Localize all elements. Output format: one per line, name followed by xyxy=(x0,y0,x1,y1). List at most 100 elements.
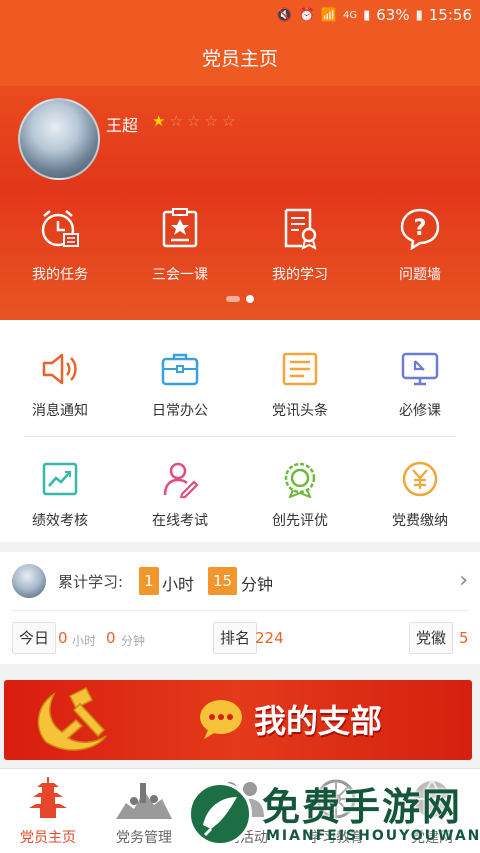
party-emblem-icon xyxy=(37,686,107,751)
grid-item-party-fee[interactable]: 党费缴纳 xyxy=(360,460,480,530)
quick-item-learning[interactable]: 我的学习 xyxy=(250,206,350,284)
username: 王超 xyxy=(106,116,139,135)
tab-label: 党建网 xyxy=(411,830,453,846)
rank-chip: 排名 xyxy=(213,622,258,654)
battery-icon: ▮ xyxy=(415,7,423,23)
function-grid: 消息通知 日常办公 党讯头条 必修课 绩效考核 在线考试 创先评优 党费缴纳 xyxy=(0,320,480,542)
tab-activities[interactable]: 党内活动 xyxy=(192,775,288,847)
quick-item-label: 我的学习 xyxy=(272,267,328,283)
alarm-clock-icon xyxy=(41,210,79,247)
quick-item-questions[interactable]: ? 问题墙 xyxy=(370,206,470,284)
quick-item-meetings[interactable]: 三会一课 xyxy=(130,206,230,284)
today-minutes-unit: 分钟 xyxy=(121,634,146,648)
chart-icon xyxy=(42,462,78,496)
tab-party-website[interactable]: 党建网 xyxy=(384,775,480,847)
cumulative-study-label: 累计学习: xyxy=(58,573,124,591)
badge-value: 5 xyxy=(459,629,469,647)
tab-label: 党员主页 xyxy=(20,830,76,846)
pagoda-icon xyxy=(29,777,67,818)
my-branch-banner[interactable]: 我的支部 xyxy=(4,680,472,760)
grid-item-label: 消息通知 xyxy=(32,403,88,419)
star-icon: ☆ xyxy=(204,112,218,130)
news-icon xyxy=(282,352,318,386)
briefcase-icon xyxy=(161,353,199,386)
battery-level: 63% xyxy=(376,6,410,24)
chat-bubble-icon xyxy=(200,700,242,739)
avatar[interactable] xyxy=(18,98,100,180)
signal-icon: ▮ xyxy=(363,7,371,23)
tab-education[interactable]: 学习教育 xyxy=(288,775,384,847)
grid-item-label: 党费缴纳 xyxy=(392,513,448,529)
group-icon xyxy=(216,782,264,817)
chevron-right-icon[interactable]: › xyxy=(459,568,468,593)
today-minutes-value: 0 xyxy=(106,629,116,647)
page-indicator xyxy=(0,295,480,303)
quick-item-tasks[interactable]: 我的任务 xyxy=(10,206,110,284)
badge-star-icon xyxy=(162,208,198,248)
svg-text:?: ? xyxy=(414,216,427,241)
star-icon: ☆ xyxy=(169,112,183,130)
tab-label: 学习教育 xyxy=(308,830,364,846)
bottom-tab-bar: 党员主页 党务管理 党内活动 学习教育 党建网 xyxy=(0,768,480,853)
quick-item-label: 三会一课 xyxy=(152,267,208,283)
page-title: 党员主页 xyxy=(0,32,480,86)
divider xyxy=(24,436,456,437)
badge-chip: 党徽 xyxy=(409,622,454,654)
wifi-icon: 📶 xyxy=(320,7,337,23)
yuan-coin-icon xyxy=(402,461,438,497)
divider xyxy=(12,610,468,611)
study-summary[interactable]: 累计学习: 1 小时 15 分钟 › 今日 0 小时 0 分钟 排名 224 党… xyxy=(0,552,480,664)
today-chip: 今日 xyxy=(12,622,57,654)
tab-label: 党内活动 xyxy=(212,830,268,846)
grid-item-office[interactable]: 日常办公 xyxy=(120,350,240,420)
avatar xyxy=(12,564,46,598)
status-bar: 🔇 ⏰ 📶 4G ▮ 63% ▮ 15:56 xyxy=(0,0,480,32)
quick-item-label: 我的任务 xyxy=(32,267,88,283)
grid-item-online-exam[interactable]: 在线考试 xyxy=(120,460,240,530)
speaker-icon xyxy=(42,353,77,385)
alarm-icon: ⏰ xyxy=(298,7,315,23)
mute-icon: 🔇 xyxy=(276,7,293,23)
globe-icon xyxy=(414,780,450,818)
grid-item-label: 创先评优 xyxy=(272,513,328,529)
star-icon: ★ xyxy=(152,112,166,130)
grid-item-required-course[interactable]: 必修课 xyxy=(360,350,480,420)
today-hours-value: 0 xyxy=(58,629,68,647)
grid-item-label: 日常办公 xyxy=(152,403,208,419)
monument-icon xyxy=(116,783,172,819)
grid-item-label: 绩效考核 xyxy=(32,513,88,529)
star-icon: ☆ xyxy=(221,112,236,130)
study-minutes-unit: 分钟 xyxy=(241,575,274,594)
grid-item-excellence[interactable]: 创先评优 xyxy=(240,460,360,530)
page-dot[interactable] xyxy=(226,296,240,302)
document-award-icon xyxy=(284,208,317,250)
banner-title: 我的支部 xyxy=(254,702,383,740)
grid-item-notifications[interactable]: 消息通知 xyxy=(0,350,120,420)
tab-home[interactable]: 党员主页 xyxy=(0,775,96,847)
wheel-icon xyxy=(316,779,356,819)
clock: 15:56 xyxy=(428,6,472,24)
profile-section: 王超 ★ ☆ ☆ ☆ ☆ xyxy=(0,86,480,192)
network-type: 4G xyxy=(342,9,358,21)
tab-party-affairs[interactable]: 党务管理 xyxy=(96,775,192,847)
study-minutes-value: 15 xyxy=(208,567,238,595)
monitor-icon xyxy=(401,352,439,386)
rank-value: 224 xyxy=(255,629,284,647)
grid-item-label: 党讯头条 xyxy=(272,403,328,419)
page-dot-active[interactable] xyxy=(246,295,254,303)
person-pen-icon xyxy=(163,462,199,498)
quick-item-label: 问题墙 xyxy=(399,267,441,283)
rating-stars: ★ ☆ ☆ ☆ ☆ xyxy=(152,112,235,130)
study-hours-value: 1 xyxy=(139,567,159,595)
star-icon: ☆ xyxy=(186,112,201,130)
medal-icon xyxy=(284,462,316,498)
grid-item-label: 在线考试 xyxy=(152,513,208,529)
grid-item-news[interactable]: 党讯头条 xyxy=(240,350,360,420)
study-hours-unit: 小时 xyxy=(162,575,195,594)
quick-menu: 我的任务 三会一课 我的学习 ? 问题墙 xyxy=(0,192,480,320)
question-bubble-icon: ? xyxy=(400,208,440,250)
grid-item-performance[interactable]: 绩效考核 xyxy=(0,460,120,530)
today-hours-unit: 小时 xyxy=(72,634,97,648)
grid-item-label: 必修课 xyxy=(399,403,441,419)
tab-label: 党务管理 xyxy=(116,830,172,846)
